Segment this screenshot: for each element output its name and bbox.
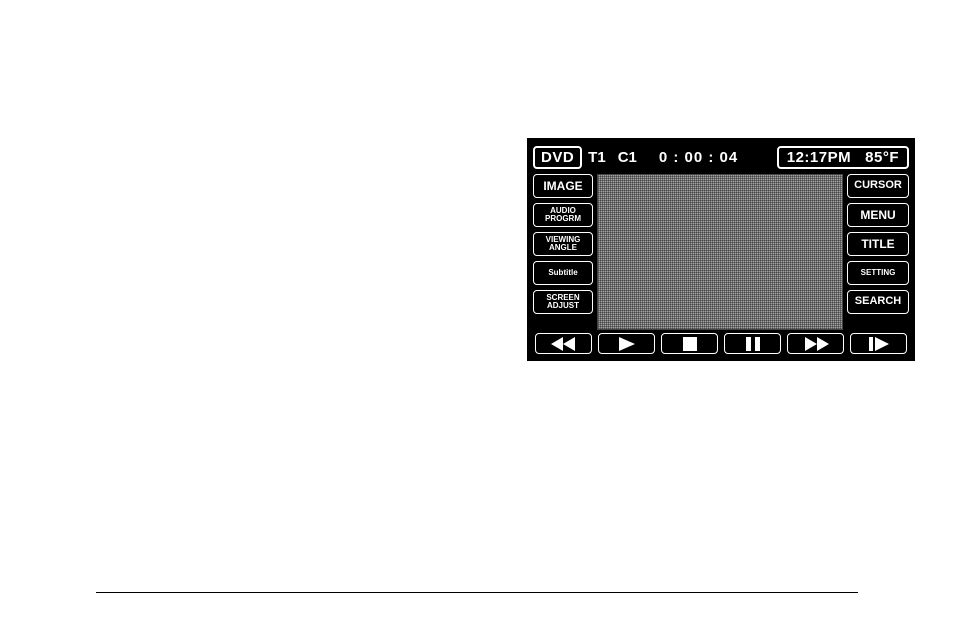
temperature: 85°F — [865, 149, 899, 166]
page-divider — [96, 592, 858, 593]
image-button-label: IMAGE — [543, 180, 582, 193]
clock-time: 12:17PM — [787, 149, 851, 166]
right-button-column: CURSOR MENU TITLE SETTING SEARCH — [847, 174, 909, 330]
play-button[interactable] — [598, 333, 655, 354]
video-display-area — [597, 174, 843, 330]
dvd-player-panel: DVD T1 C1 0 : 00 : 04 12:17PM 85°F IMAGE… — [527, 138, 915, 361]
left-button-column: IMAGE AUDIO PROGRM VIEWING ANGLE Subtitl… — [533, 174, 593, 330]
title-number: T1 — [588, 149, 606, 166]
title-button[interactable]: TITLE — [847, 232, 909, 256]
next-chapter-icon — [869, 337, 889, 351]
stop-button[interactable] — [661, 333, 718, 354]
screen-adjust-button[interactable]: SCREEN ADJUST — [533, 290, 593, 314]
pause-button[interactable] — [724, 333, 781, 354]
fast-forward-button[interactable] — [787, 333, 844, 354]
audio-program-label-l2: PROGRM — [545, 215, 581, 223]
pause-icon — [746, 337, 760, 351]
cursor-button-label: CURSOR — [854, 180, 902, 192]
track-info: T1 C1 0 : 00 : 04 — [588, 149, 738, 166]
rewind-icon — [551, 337, 577, 351]
search-button[interactable]: SEARCH — [847, 290, 909, 314]
audio-program-button[interactable]: AUDIO PROGRM — [533, 203, 593, 227]
image-button[interactable]: IMAGE — [533, 174, 593, 198]
cursor-button[interactable]: CURSOR — [847, 174, 909, 198]
next-chapter-button[interactable] — [850, 333, 907, 354]
fast-forward-icon — [803, 337, 829, 351]
menu-button[interactable]: MENU — [847, 203, 909, 227]
source-badge: DVD — [533, 146, 582, 169]
transport-bar — [529, 330, 913, 358]
viewing-angle-button[interactable]: VIEWING ANGLE — [533, 232, 593, 256]
elapsed-time: 0 : 00 : 04 — [659, 149, 738, 166]
subtitle-button[interactable]: Subtitle — [533, 261, 593, 285]
viewing-angle-label-l2: ANGLE — [549, 244, 577, 252]
mid-area: IMAGE AUDIO PROGRM VIEWING ANGLE Subtitl… — [529, 170, 913, 330]
chapter-number: C1 — [618, 149, 637, 166]
screen-adjust-label-l2: ADJUST — [547, 302, 579, 310]
top-info-bar: DVD T1 C1 0 : 00 : 04 12:17PM 85°F — [529, 140, 913, 170]
stop-icon — [683, 337, 697, 351]
title-button-label: TITLE — [861, 238, 894, 251]
play-icon — [619, 337, 635, 351]
subtitle-button-label: Subtitle — [548, 269, 577, 277]
setting-button[interactable]: SETTING — [847, 261, 909, 285]
setting-button-label: SETTING — [861, 269, 896, 277]
clock-temp-readout: 12:17PM 85°F — [777, 146, 909, 169]
search-button-label: SEARCH — [855, 296, 901, 308]
rewind-button[interactable] — [535, 333, 592, 354]
menu-button-label: MENU — [860, 209, 895, 222]
